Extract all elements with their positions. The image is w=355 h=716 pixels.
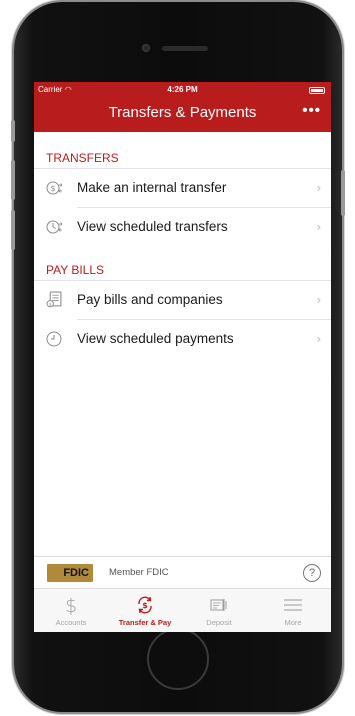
clock-icon (46, 331, 62, 347)
app-screen: Carrier ◠ 4:26 PM Transfers & Payments •… (34, 82, 331, 632)
bill-icon: $ (46, 291, 62, 308)
row-label: Make an internal transfer (77, 180, 227, 195)
tab-bar: $ Accounts $ Transfer & Pay Deposit More (34, 588, 331, 632)
status-bar: Carrier ◠ 4:26 PM (34, 85, 331, 97)
member-fdic-text: Member FDIC (109, 567, 169, 578)
front-camera (142, 44, 150, 52)
tab-label: Accounts (55, 618, 87, 627)
chevron-right-icon: › (316, 180, 321, 195)
fdic-logo: FDIC (47, 564, 93, 582)
battery-icon (309, 87, 325, 94)
row-label: View scheduled payments (77, 331, 234, 346)
tab-accounts[interactable]: $ Accounts (34, 589, 108, 632)
more-options-button[interactable]: ••• (302, 102, 321, 119)
fdic-bar: FDIC Member FDIC ? (34, 556, 331, 588)
row-label: Pay bills and companies (77, 292, 223, 307)
view-scheduled-transfers-row[interactable]: View scheduled transfers › (34, 208, 331, 246)
pay-bills-companies-row[interactable]: $ Pay bills and companies › (34, 281, 331, 319)
svg-text:$: $ (142, 601, 148, 610)
tab-more[interactable]: More (256, 589, 330, 632)
svg-text:$: $ (65, 595, 77, 615)
home-button[interactable] (147, 628, 209, 690)
tab-label: More (284, 618, 302, 627)
menu-icon (284, 599, 302, 611)
chevron-right-icon: › (316, 219, 321, 234)
tab-transfer-pay[interactable]: $ Transfer & Pay (108, 589, 182, 632)
device-mockup: Carrier ◠ 4:26 PM Transfers & Payments •… (0, 0, 355, 716)
volume-up-button (11, 160, 15, 200)
chevron-right-icon: › (316, 292, 321, 307)
power-button (341, 170, 345, 216)
row-label: View scheduled transfers (77, 219, 228, 234)
page-title: Transfers & Payments (108, 104, 257, 121)
tab-deposit[interactable]: Deposit (182, 589, 256, 632)
help-button[interactable]: ? (303, 564, 321, 582)
transfer-pay-icon: $ (138, 596, 152, 614)
volume-down-button (11, 210, 15, 250)
transfers-heading: TRANSFERS (46, 151, 119, 165)
clock-transfer-icon (46, 220, 62, 234)
pay-bills-heading: PAY BILLS (46, 263, 105, 277)
make-internal-transfer-row[interactable]: $ Make an internal transfer › (34, 169, 331, 207)
dollar-transfer-icon: $ (46, 181, 62, 195)
tab-label: Deposit (206, 618, 232, 627)
view-scheduled-payments-row[interactable]: View scheduled payments › (34, 320, 331, 358)
mute-switch (11, 120, 15, 142)
tab-label: Transfer & Pay (118, 618, 172, 627)
app-header: Carrier ◠ 4:26 PM Transfers & Payments •… (34, 82, 331, 132)
status-time: 4:26 PM (167, 85, 198, 94)
svg-text:$: $ (50, 184, 55, 193)
dollar-icon: $ (65, 595, 77, 615)
deposit-icon (210, 599, 227, 611)
chevron-right-icon: › (316, 331, 321, 346)
earpiece-speaker (162, 46, 208, 51)
svg-text:$: $ (49, 302, 52, 308)
